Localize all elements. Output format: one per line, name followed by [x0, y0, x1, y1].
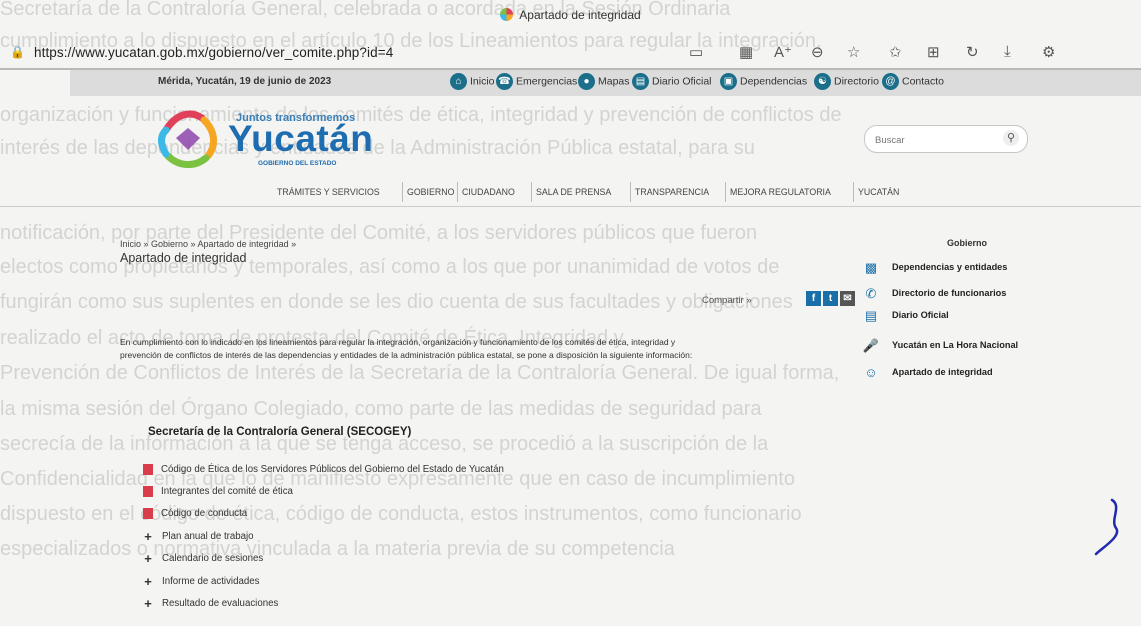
sidebar-heading: Gobierno [947, 238, 987, 248]
browser-tab[interactable]: Apartado de integridad [0, 8, 1141, 30]
divider [0, 206, 1141, 207]
sidebar-item-apartado-integridad[interactable]: ☺ Apartado de integridad [862, 363, 1032, 385]
top-link-mapas[interactable]: ● Mapas [578, 73, 630, 95]
newspaper-icon: ▤ [632, 73, 649, 90]
sidebar-item-directorio[interactable]: ✆ Directorio de funcionarios [862, 284, 1032, 306]
list-item[interactable]: Código de Ética de los Servidores Públic… [141, 464, 504, 480]
lock-icon[interactable]: 🔒 [10, 45, 25, 59]
organization-title: Secretaría de la Contraloría General (SE… [148, 426, 412, 438]
newspaper-icon: ▤ [864, 308, 878, 323]
people-icon: ☺ [864, 365, 878, 380]
zoom-icon[interactable]: ⊖ [811, 43, 824, 61]
list-item[interactable]: + Informe de actividades [141, 574, 259, 590]
logo-subtitle: GOBIERNO DEL ESTADO [258, 160, 337, 167]
top-link-inicio[interactable]: ⌂ Inicio [450, 73, 495, 95]
current-date: Mérida, Yucatán, 19 de junio de 2023 [158, 76, 332, 87]
share-label: Compartir » [702, 295, 752, 306]
nav-sala-de-prensa[interactable]: SALA DE PRENSA [531, 182, 615, 202]
breadcrumb[interactable]: Inicio » Gobierno » Apartado de integrid… [120, 239, 296, 249]
sidebar-item-dependencias[interactable]: ▩ Dependencias y entidades [862, 258, 1032, 280]
list-item[interactable]: + Calendario de sesiones [141, 551, 263, 567]
top-link-emergencias[interactable]: ☎ Emergencias [496, 73, 577, 95]
nav-ciudadano[interactable]: CIUDADANO [457, 182, 519, 202]
yucatan-logo-icon[interactable] [158, 108, 218, 168]
browser-screenshot: Apartado de integridad 🔒 https://www.yuc… [0, 0, 1141, 626]
nav-tramites[interactable]: TRÁMITES Y SERVICIOS [273, 182, 384, 202]
list-item[interactable]: Código de conducta [141, 508, 247, 524]
intro-text: En cumplimiento con lo indicado en los l… [120, 337, 693, 360]
browser-toolbar: ▭ ▦ A⁺ ⊖ ☆ ✩ ⊞ ↻ ⤓ ⚙ [684, 41, 1139, 65]
top-link-dependencias[interactable]: ▣ Dependencias [720, 73, 807, 95]
microphone-icon: 🎤 [862, 338, 880, 353]
nav-transparencia[interactable]: TRANSPARENCIA [630, 182, 713, 202]
top-link-directorio[interactable]: ☯ Directorio [814, 73, 879, 95]
pdf-icon [143, 486, 153, 497]
tab-title: Apartado de integridad [519, 8, 641, 22]
pdf-icon [143, 464, 153, 475]
plus-icon: + [144, 574, 152, 589]
top-link-contacto[interactable]: @ Contacto [882, 73, 944, 95]
pdf-icon [143, 508, 153, 519]
read-aloud-icon[interactable]: A⁺ [774, 43, 792, 61]
plus-icon: + [144, 529, 152, 544]
map-pin-icon: ● [578, 73, 595, 90]
facebook-icon[interactable]: f [806, 291, 821, 306]
address-bar: 🔒 https://www.yucatan.gob.mx/gobierno/ve… [4, 39, 1141, 67]
site-favicon-icon [500, 8, 514, 21]
list-item[interactable]: + Resultado de evaluaciones [141, 596, 278, 612]
plus-icon: + [144, 596, 152, 611]
phone-icon: ☎ [496, 73, 513, 90]
list-item[interactable]: Integrantes del comité de ética [141, 486, 293, 502]
twitter-icon[interactable]: t [823, 291, 838, 306]
nav-yucatan[interactable]: YUCATÁN [853, 182, 903, 202]
email-icon[interactable]: ✉ [840, 291, 855, 306]
at-sign-icon: @ [882, 73, 899, 90]
building-icon: ▣ [720, 73, 737, 90]
page-title: Apartado de integridad [120, 251, 247, 265]
home-icon: ⌂ [450, 73, 467, 90]
search-box: ⚲ [864, 125, 1028, 153]
directory-icon: ☯ [814, 73, 831, 90]
reader-view-icon[interactable]: ▭ [689, 43, 703, 61]
extensions-icon[interactable]: ⚙ [1042, 43, 1055, 61]
pen-mark [1094, 498, 1119, 556]
url-field[interactable]: https://www.yucatan.gob.mx/gobierno/ver_… [34, 45, 393, 60]
sidebar-item-diario-oficial[interactable]: ▤ Diario Oficial [862, 306, 1032, 328]
history-icon[interactable]: ↻ [966, 43, 979, 61]
logo-name[interactable]: Yucatán [228, 118, 373, 160]
plus-icon: + [144, 551, 152, 566]
grid-icon[interactable]: ▦ [739, 43, 753, 61]
download-icon[interactable]: ⤓ [1004, 43, 1011, 60]
top-link-diario-oficial[interactable]: ▤ Diario Oficial [632, 73, 712, 95]
sidebar-item-hora-nacional[interactable]: 🎤 Yucatán en La Hora Nacional [862, 336, 1032, 358]
search-input[interactable] [873, 131, 997, 149]
nav-gobierno[interactable]: GOBIERNO [402, 182, 458, 202]
favorite-icon[interactable]: ☆ [847, 43, 860, 61]
search-icon[interactable]: ⚲ [1003, 130, 1019, 146]
phone-icon: ✆ [865, 286, 877, 301]
nav-mejora-regulatoria[interactable]: MEJORA REGULATORIA [725, 182, 835, 202]
list-item[interactable]: + Plan anual de trabajo [141, 529, 253, 545]
site-top-strip: Mérida, Yucatán, 19 de junio de 2023 ⌂ In… [70, 70, 1141, 96]
favorites-bar-icon[interactable]: ✩ [889, 43, 902, 61]
org-chart-icon: ▩ [864, 260, 878, 275]
collections-icon[interactable]: ⊞ [927, 43, 940, 61]
